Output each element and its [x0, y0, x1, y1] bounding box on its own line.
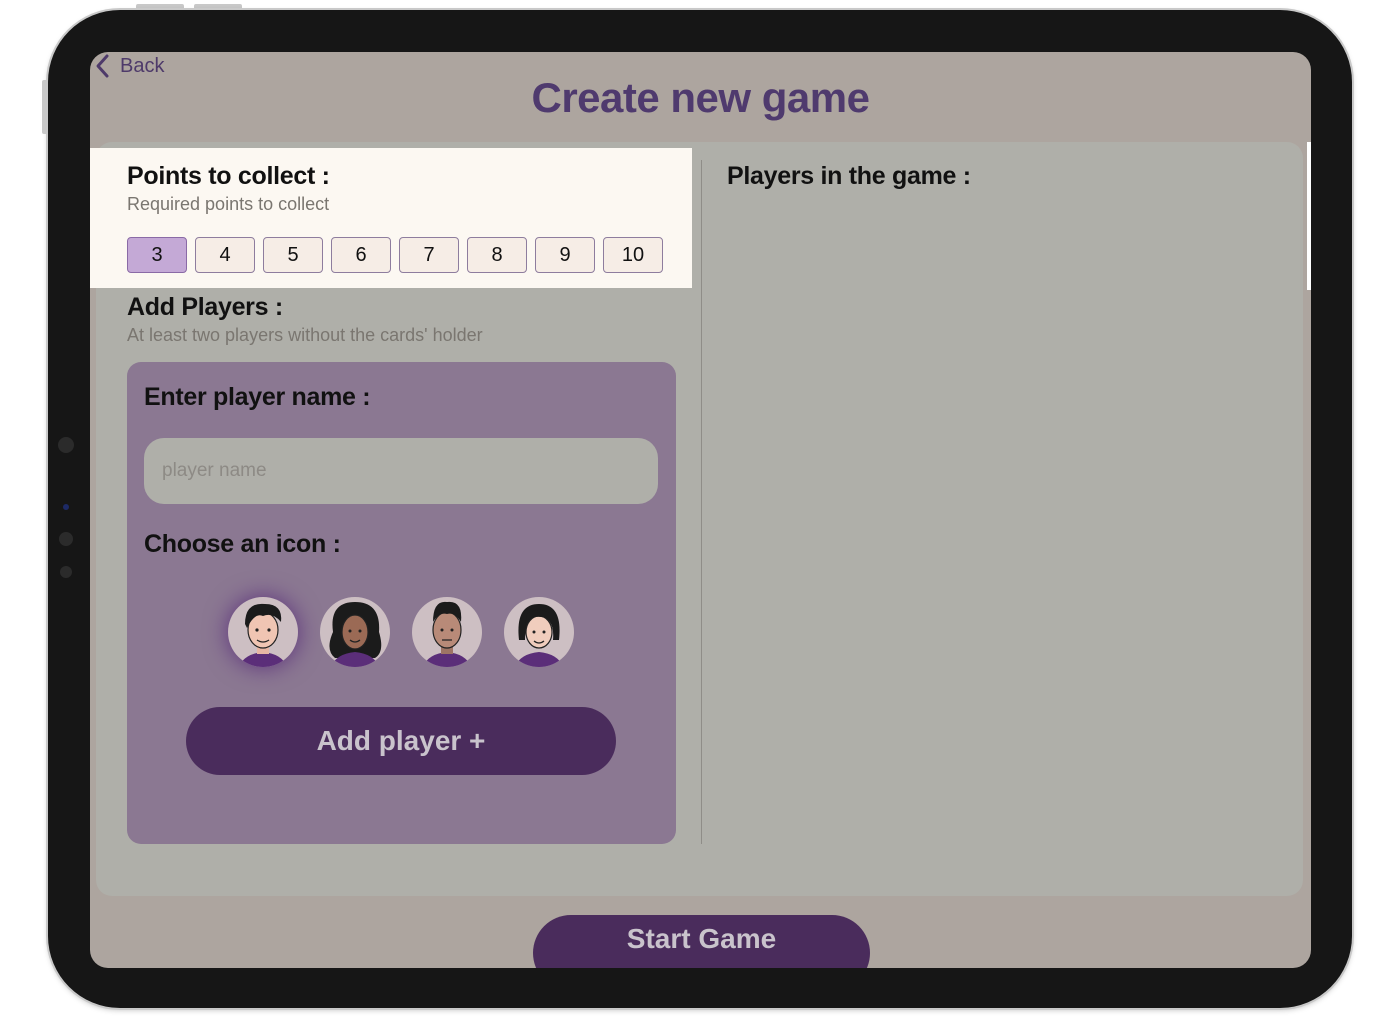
sensor-icon	[60, 566, 72, 578]
icon-picker	[227, 592, 577, 676]
sensor-icon	[59, 532, 73, 546]
start-game-button[interactable]: Start Game	[533, 915, 870, 968]
points-option-9[interactable]: 9	[535, 237, 595, 273]
app-screen: Back Create new game Points to collect :…	[90, 52, 1311, 968]
man-avatar-icon[interactable]	[411, 592, 483, 672]
add-player-card: Enter player name : Choose an icon :	[127, 362, 676, 844]
add-player-button[interactable]: Add player +	[186, 707, 616, 775]
points-option-5[interactable]: 5	[263, 237, 323, 273]
power-button	[42, 80, 48, 134]
camera-lens-icon	[63, 504, 69, 510]
player-name-input[interactable]	[144, 438, 658, 504]
points-heading: Points to collect :	[127, 162, 330, 190]
points-option-6[interactable]: 6	[331, 237, 391, 273]
camera-icon	[58, 437, 74, 453]
players-list-heading: Players in the game :	[727, 162, 971, 190]
scrollbar[interactable]	[1307, 142, 1311, 290]
players-list	[727, 202, 1287, 842]
points-option-8[interactable]: 8	[467, 237, 527, 273]
girl-short-hair-avatar-icon[interactable]	[503, 592, 575, 672]
points-option-10[interactable]: 10	[603, 237, 663, 273]
page-title: Create new game	[531, 74, 870, 121]
girl-curly-avatar-icon[interactable]	[319, 592, 391, 672]
points-option-3[interactable]: 3	[127, 237, 187, 273]
points-selector: 3 4 5 6 7 8 9 10	[127, 237, 663, 273]
points-option-7[interactable]: 7	[399, 237, 459, 273]
column-divider	[701, 160, 702, 844]
points-option-4[interactable]: 4	[195, 237, 255, 273]
add-players-subtitle: At least two players without the cards' …	[127, 325, 483, 345]
choose-icon-label: Choose an icon :	[144, 530, 341, 558]
points-subtitle: Required points to collect	[127, 194, 330, 214]
add-players-heading: Add Players :	[127, 293, 283, 321]
boy-avatar-icon[interactable]	[227, 592, 299, 672]
player-name-label: Enter player name :	[144, 383, 371, 411]
